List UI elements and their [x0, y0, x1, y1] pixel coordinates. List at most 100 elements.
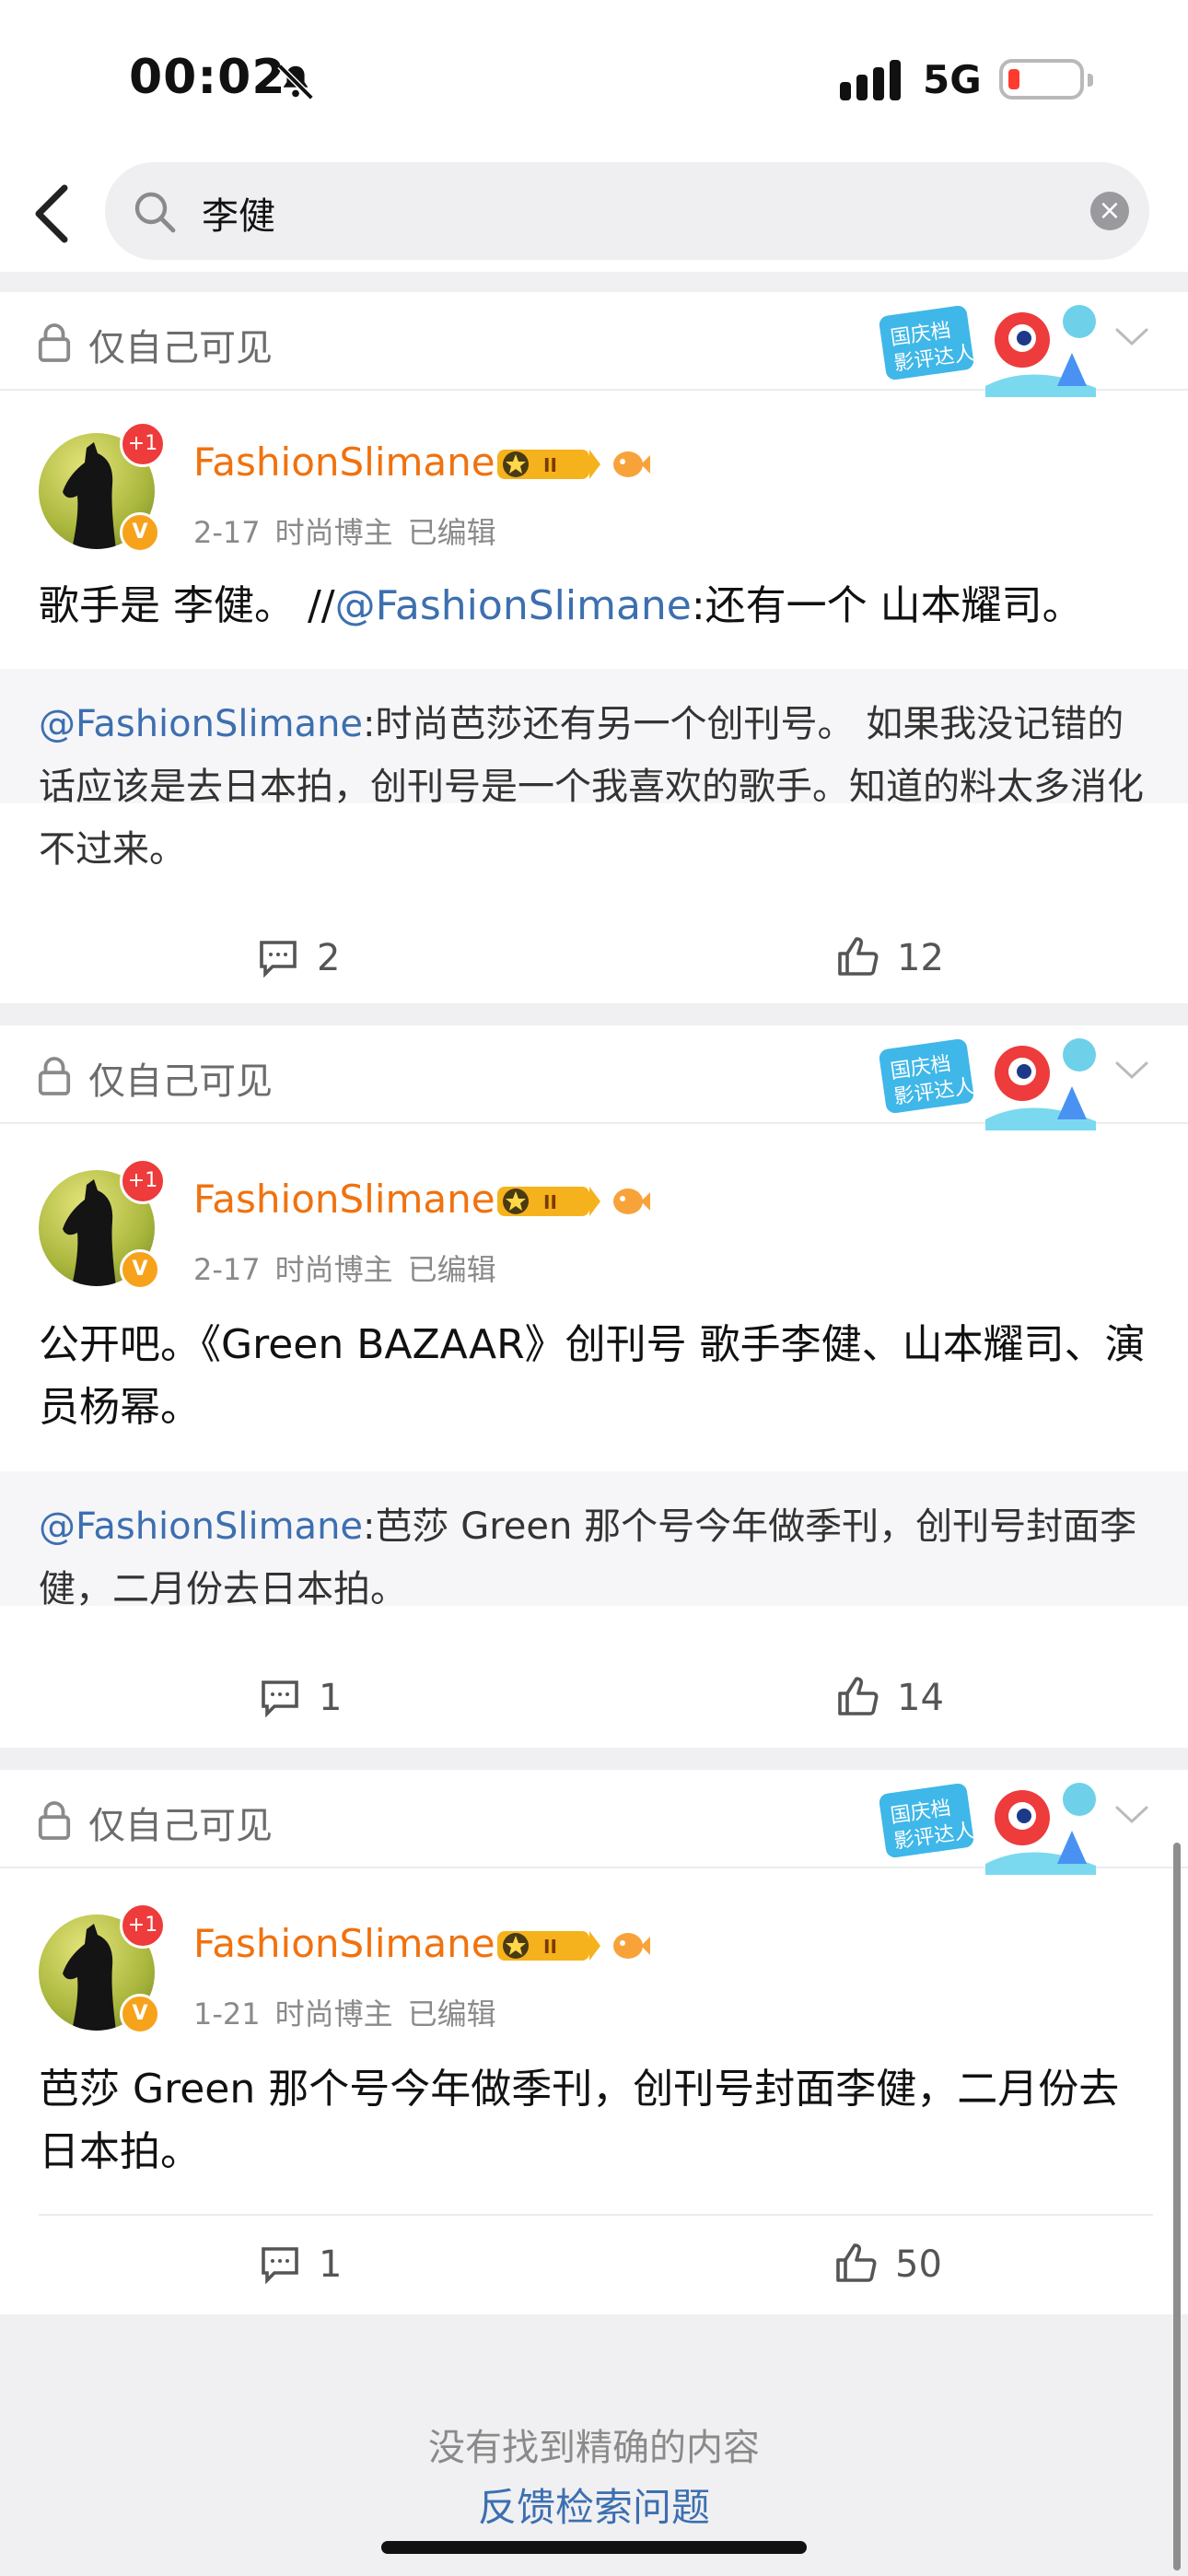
award-badge-icon: 国庆档 影评达人 [879, 305, 1096, 397]
level-badge-icon: II [497, 1931, 600, 1961]
post-text: 歌手是 李健。 //@FashionSlimane:还有一个 山本耀司。 [39, 575, 1153, 638]
new-badge: +1 [120, 1903, 166, 1949]
chevron-down-icon[interactable] [1114, 1805, 1149, 1825]
new-badge: +1 [120, 1158, 166, 1204]
divider [0, 1748, 1188, 1770]
comment-icon [262, 2247, 298, 2285]
scrollbar[interactable] [1173, 1843, 1181, 2570]
quoted-text: @FashionSlimane:芭莎 Green 那个号今年做季刊，创刊号封面李… [39, 1495, 1153, 1621]
visibility-label: 仅自己可见 [88, 1805, 273, 1847]
fish-badge-icon [613, 1933, 650, 1959]
svg-text:II: II [543, 1191, 557, 1213]
search-icon [134, 192, 176, 233]
visibility-row: 仅自己可见 国庆档 影评达人 [0, 292, 1188, 397]
new-badge: +1 [120, 421, 166, 467]
level-badge-icon: II [497, 450, 600, 479]
divider [0, 1003, 1188, 1025]
search-input[interactable]: 李健 × [105, 162, 1149, 260]
quote-mention-link[interactable]: @FashionSlimane [39, 1505, 363, 1548]
post-text: 芭莎 Green 那个号今年做季刊，创刊号封面李健，二月份去日本拍。 [39, 2066, 1120, 2175]
lock-icon [38, 1801, 71, 1840]
fish-badge-icon [613, 1188, 650, 1214]
home-indicator[interactable] [381, 2541, 807, 2554]
level-badge-icon: II [497, 1187, 600, 1216]
verified-icon: V [120, 512, 160, 553]
lock-icon [38, 1057, 71, 1095]
comment-button[interactable]: 1 [258, 2242, 368, 2288]
quoted-post[interactable]: @FashionSlimane:时尚芭莎还有另一个创刊号。 如果我没记错的话应该… [0, 669, 1188, 871]
author-role: 时尚博主 [274, 1252, 393, 1287]
visibility-row: 仅自己可见 国庆档 影评达人 [0, 1770, 1188, 1875]
clear-icon[interactable]: × [1090, 192, 1129, 230]
chevron-down-icon[interactable] [1114, 1060, 1149, 1081]
thumbs-up-icon [838, 937, 879, 976]
chevron-down-icon[interactable] [1114, 327, 1149, 347]
lock-icon [38, 323, 71, 362]
svg-text:II: II [543, 1936, 557, 1958]
svg-text:II: II [543, 454, 557, 476]
comment-button[interactable]: 1 [258, 1675, 368, 1721]
visibility-label: 仅自己可见 [88, 327, 273, 369]
author-role: 时尚博主 [274, 515, 393, 550]
post-text: 公开吧。《Green BAZAAR》创刊号 歌手李健、山本耀司、演员杨幂。 [39, 1321, 1146, 1431]
like-count: 12 [897, 937, 944, 979]
award-badge-icon: 国庆档 影评达人 [879, 1783, 1096, 1875]
action-bar: 1 14 [0, 1651, 1188, 1743]
bell-muted-icon [277, 64, 314, 100]
search-header: 李健 × [0, 157, 1188, 272]
status-time: 00:02 [129, 50, 286, 105]
back-arrow-icon[interactable] [33, 184, 70, 243]
like-button[interactable]: 50 [834, 2242, 963, 2288]
like-button[interactable]: 12 [836, 935, 965, 981]
post-date: 2-17 [193, 1252, 261, 1287]
status-bar: 00:02 5G [0, 0, 1188, 157]
post-card: 仅自己可见 国庆档 影评达人 +1 V FashionSlimane II [0, 1025, 1188, 1748]
author-name[interactable]: FashionSlimane [193, 1921, 495, 1966]
battery-icon [999, 59, 1093, 100]
comment-count: 2 [317, 937, 341, 979]
comment-button[interactable]: 2 [256, 935, 367, 981]
edited-label: 已编辑 [407, 1996, 496, 2032]
edited-label: 已编辑 [407, 1252, 496, 1287]
visibility-row: 仅自己可见 国庆档 影评达人 [0, 1025, 1188, 1130]
post-meta: 2-17 时尚博主 已编辑 [193, 509, 511, 552]
no-result-text: 没有找到精确的内容 [428, 2427, 760, 2469]
network-type: 5G [923, 57, 982, 102]
post-meta: 1-21 时尚博主 已编辑 [193, 1991, 511, 2033]
divider [0, 272, 1188, 292]
post-meta: 2-17 时尚博主 已编辑 [193, 1247, 511, 1289]
author-role: 时尚博主 [274, 1996, 393, 2032]
post-card: 仅自己可见 国庆档 影评达人 +1 V FashionSlimane II [0, 292, 1188, 1003]
quote-mention-link[interactable]: @FashionSlimane [39, 703, 363, 745]
divider [39, 2214, 1153, 2216]
mention-link[interactable]: @FashionSlimane [335, 582, 692, 629]
thumbs-up-icon [836, 2243, 877, 2282]
like-count: 14 [897, 1677, 944, 1719]
action-bar: 1 50 [0, 2218, 1188, 2310]
like-button[interactable]: 14 [836, 1675, 965, 1721]
post-card: 仅自己可见 国庆档 影评达人 +1 V FashionSlimane II [0, 1770, 1188, 2314]
search-query: 李健 [202, 195, 275, 238]
verified-icon: V [120, 1249, 160, 1290]
author-name[interactable]: FashionSlimane [193, 439, 495, 485]
quoted-text: @FashionSlimane:时尚芭莎还有另一个创刊号。 如果我没记错的话应该… [39, 693, 1153, 881]
feedback-link[interactable]: 反馈检索问题 [0, 2476, 1188, 2533]
author-name[interactable]: FashionSlimane [193, 1177, 495, 1222]
quoted-post[interactable]: @FashionSlimane:芭莎 Green 那个号今年做季刊，创刊号封面李… [0, 1471, 1188, 1610]
like-count: 50 [895, 2243, 942, 2286]
post-date: 1-21 [193, 1996, 261, 2032]
comment-count: 1 [319, 2243, 343, 2286]
comment-icon [260, 941, 297, 978]
edited-label: 已编辑 [407, 515, 496, 550]
thumbs-up-icon [838, 1677, 879, 1715]
verified-icon: V [120, 1994, 160, 2034]
award-badge-icon: 国庆档 影评达人 [879, 1038, 1096, 1130]
post-date: 2-17 [193, 515, 261, 550]
action-bar: 2 12 [0, 911, 1188, 1003]
post-text-after: :还有一个 山本耀司。 [691, 582, 1083, 629]
results-footer: 没有找到精确的内容 反馈检索问题 [0, 2314, 1188, 2576]
signal-icon [840, 60, 901, 100]
post-text-plain: 歌手是 李健。 // [39, 582, 335, 629]
visibility-label: 仅自己可见 [88, 1060, 273, 1103]
comment-icon [262, 1680, 298, 1718]
